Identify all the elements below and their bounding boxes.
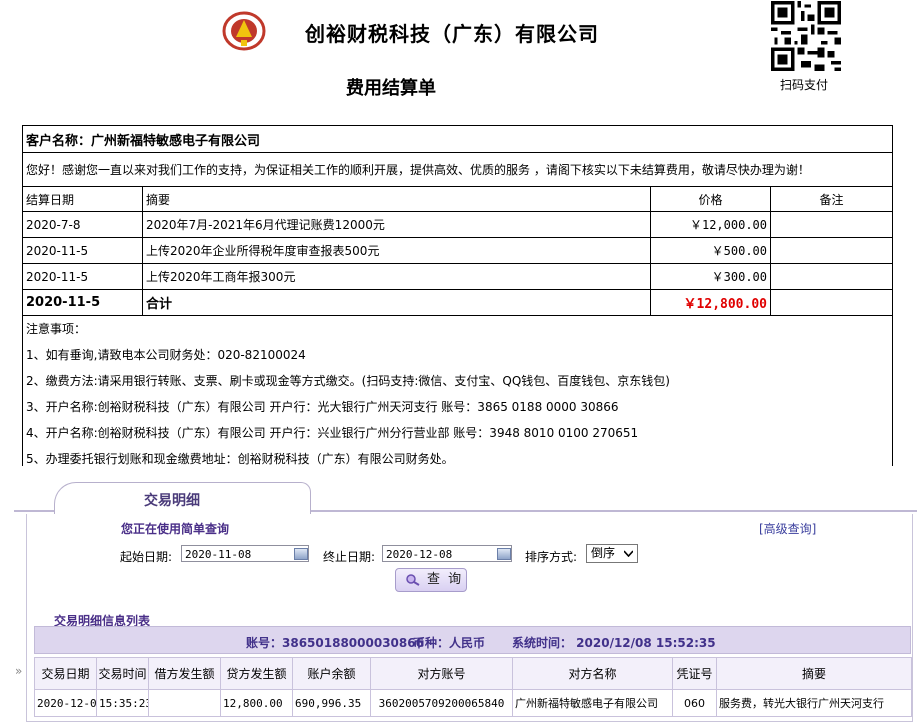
notes-section: 注意事项： 1、如有垂询,请致电本公司财务处：020-82100024 2、缴费… — [21, 315, 894, 472]
calendar-icon[interactable] — [497, 548, 511, 560]
header-remark: 备注 — [769, 186, 894, 212]
invoice-row: 2020-11-5 上传2020年工商年报300元 ￥300.00 — [22, 263, 894, 290]
greeting-text: 您好！感谢您一直以来对我们工作的支持，为保证相关工作的顺利开展，提供高效、优质的… — [21, 152, 894, 187]
column-header: 借方发生额 — [148, 657, 221, 690]
sort-select[interactable]: 倒序 — [586, 544, 638, 563]
invoice-table: 客户名称：广州新福特敏感电子有限公司 您好！感谢您一直以来对我们工作的支持，为保… — [21, 125, 894, 472]
end-date-label: 终止日期: — [323, 550, 376, 564]
column-header: 凭证号 — [672, 657, 717, 690]
column-header: 对方账号 — [370, 657, 513, 690]
qr-code[interactable] — [771, 1, 841, 71]
column-header: 交易日期 — [34, 657, 97, 690]
notes-title: 注意事项： — [26, 322, 87, 336]
company-name: 创裕财税科技（广东）有限公司 — [305, 22, 599, 46]
header-summary: 摘要 — [142, 186, 651, 212]
header-price: 价格 — [650, 186, 771, 212]
invoice-row: 2020-7-8 2020年7月-2021年6月代理记账费12000元 ￥12,… — [22, 211, 894, 238]
search-icon — [406, 574, 420, 586]
note-item: 4、开户名称:创裕财税科技（广东）有限公司 开户行：兴业银行广州分行营业部 账号… — [26, 426, 639, 440]
total-price: ￥12,800.00 — [650, 289, 771, 316]
query-mode-text: 您正在使用简单查询 — [121, 522, 230, 536]
query-button[interactable]: 查 询 — [395, 568, 467, 592]
account-info-bar: 账号：38650188000030866 币种：人民币 系统时间： 2020/1… — [34, 626, 911, 654]
sort-label: 排序方式: — [525, 550, 578, 564]
system-time: 系统时间： 2020/12/08 15:52:35 — [512, 636, 716, 650]
account-number: 账号：38650188000030866 — [246, 636, 424, 650]
qr-label: 扫码支付 — [780, 78, 829, 92]
calendar-icon[interactable] — [294, 548, 308, 560]
screenshot-divider — [0, 466, 917, 476]
bank-transaction-panel: 交易明细 您正在使用简单查询 [高级查询] 起始日期: 2020-11-08 终… — [14, 476, 917, 722]
start-date-input[interactable]: 2020-11-08 — [181, 545, 309, 562]
invoice-total-row: 2020-11-5 合计 ￥12,800.00 — [22, 289, 894, 316]
column-header: 对方名称 — [512, 657, 673, 690]
end-date-input[interactable]: 2020-12-08 — [382, 545, 512, 562]
currency: 币种：人民币 — [413, 636, 486, 650]
invoice-row: 2020-11-5 上传2020年企业所得税年度审查报表500元 ￥500.00 — [22, 237, 894, 264]
expand-arrows-icon[interactable]: » — [15, 664, 22, 678]
tab-bar: 交易明细 — [14, 476, 917, 514]
column-header: 摘要 — [716, 657, 912, 690]
start-date-label: 起始日期: — [120, 550, 173, 564]
advanced-query-link[interactable]: [高级查询] — [759, 520, 816, 537]
chevron-down-icon — [624, 550, 633, 557]
column-header: 交易时间 — [96, 657, 149, 690]
transaction-table: 交易日期 交易时间 借方发生额 贷方发生额 账户余额 对方账号 对方名称 凭证号… — [34, 657, 912, 717]
company-logo — [222, 11, 266, 51]
note-item: 3、开户名称:创裕财税科技（广东）有限公司 开户行：光大银行广州天河支行 账号：… — [26, 400, 619, 414]
header-date: 结算日期 — [22, 186, 143, 212]
table-header-row: 交易日期 交易时间 借方发生额 贷方发生额 账户余额 对方账号 对方名称 凭证号… — [34, 657, 912, 690]
column-header: 贷方发生额 — [220, 657, 293, 690]
note-item: 2、缴费方法:请采用银行转账、支票、刷卡或现金等方式缴交。(扫码支持:微信、支付… — [26, 374, 670, 388]
tab-label: 交易明细 — [144, 493, 200, 509]
document-title: 费用结算单 — [346, 78, 436, 99]
customer-name: 客户名称：广州新福特敏感电子有限公司 — [21, 125, 894, 153]
column-header: 账户余额 — [292, 657, 371, 690]
table-row[interactable]: 2020-12-08 15:35:23 12,800.00 690,996.35… — [34, 689, 912, 717]
note-item: 1、如有垂询,请致电本公司财务处：020-82100024 — [26, 348, 306, 362]
